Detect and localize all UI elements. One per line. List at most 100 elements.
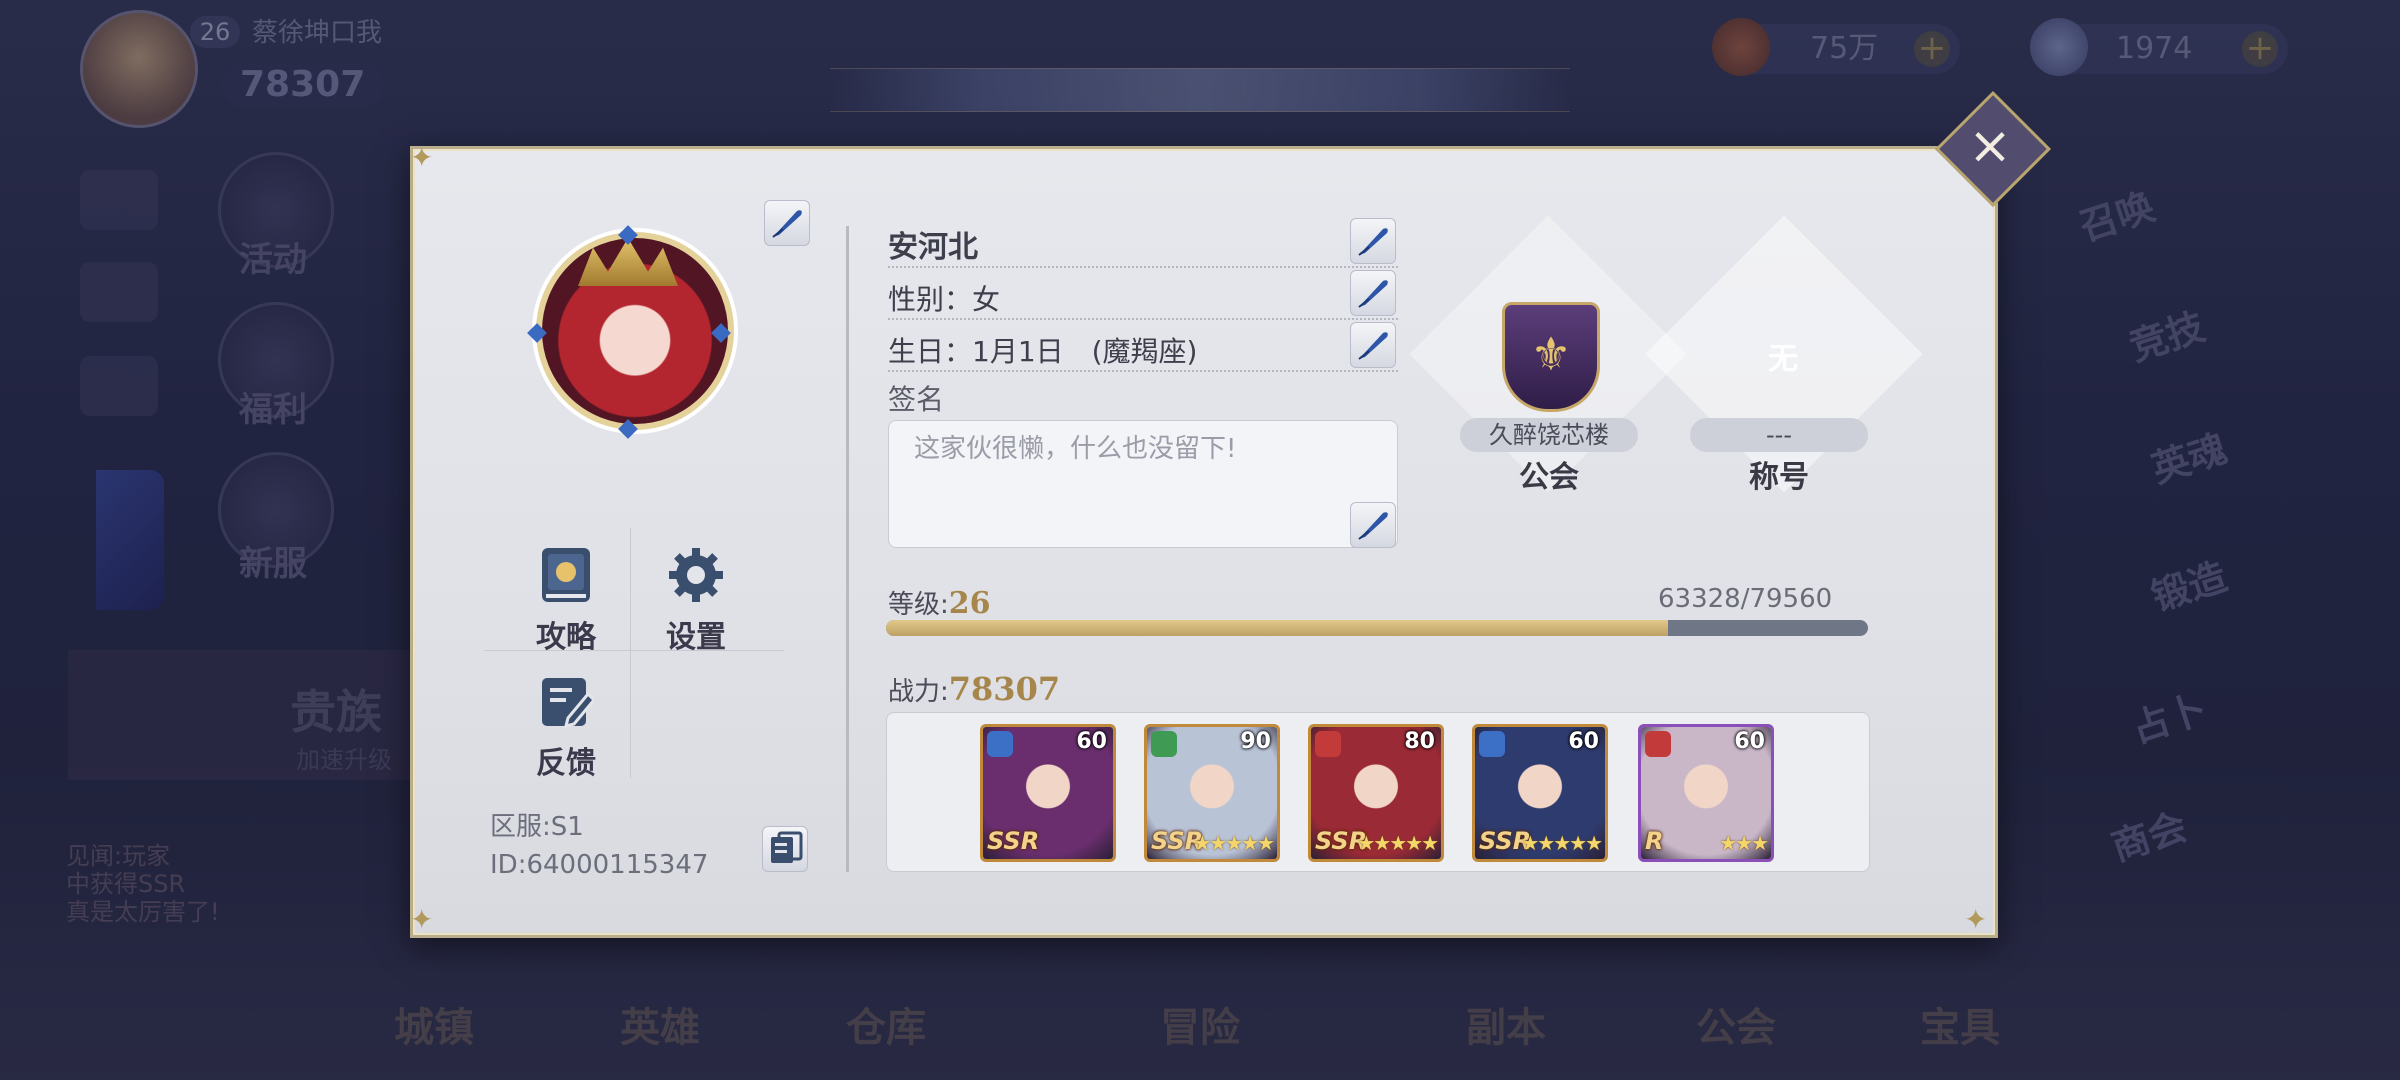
signature-placeholder: 这家伙很懒，什么也没留下!	[914, 434, 1237, 464]
soul-menu[interactable]: 英魂	[2143, 418, 2232, 494]
nav-dungeon[interactable]: 副本	[1466, 995, 1546, 1053]
player-level-badge: 26	[190, 16, 240, 48]
edit-name-button[interactable]	[1350, 218, 1396, 264]
nav-town[interactable]: 城镇	[394, 995, 474, 1053]
profile-birthday: 生日：1月1日 (魔羯座)	[888, 335, 1198, 368]
hero-card[interactable]: 80 SSR ★★★★★	[1308, 724, 1444, 862]
hero-card[interactable]: 90 SSR ★★★★★	[1144, 724, 1280, 862]
summon-menu[interactable]: 召唤	[2071, 176, 2160, 252]
element-icon	[1151, 731, 1177, 757]
nav-adventure[interactable]: 冒险	[1160, 995, 1240, 1053]
diamond-add-button[interactable]: +	[2242, 31, 2278, 67]
feedback-label: 反馈	[536, 746, 596, 781]
forge-menu[interactable]: 锻造	[2143, 546, 2232, 622]
nav-treasure[interactable]: 宝具	[1920, 995, 2000, 1053]
guide-button[interactable]: 攻略	[506, 546, 626, 656]
gold-icon	[1712, 18, 1770, 76]
diamond-counter: 1974 +	[2030, 18, 2288, 76]
welfare-label: 福利	[239, 390, 307, 430]
gold-counter: 75万 +	[1712, 18, 1960, 76]
title-none-mark: 无	[1768, 342, 1798, 377]
player-name: 蔡徐坤口我	[252, 18, 383, 48]
hero-card[interactable]: 60 SSR	[980, 724, 1116, 862]
guide-label: 攻略	[536, 620, 596, 655]
title-value: ---	[1690, 418, 1868, 452]
player-avatar[interactable]	[80, 10, 198, 128]
guild-shield-icon[interactable]: ⚜	[1502, 302, 1600, 412]
feedback-note-icon	[542, 678, 597, 729]
guild-shop-menu[interactable]: 商会	[2103, 796, 2192, 872]
server-info: 区服:S1 ID:64000115347	[490, 808, 708, 884]
vip-banner-subtitle: 加速升级	[296, 746, 392, 774]
mail-icon[interactable]	[80, 262, 158, 322]
level-row: 等级:26	[888, 584, 991, 621]
title-caption: 称号	[1749, 460, 1809, 495]
signature-label: 签名	[888, 383, 945, 416]
activity-label: 活动	[239, 240, 307, 280]
row-separator	[888, 370, 1398, 372]
side-event-icon[interactable]	[96, 470, 164, 610]
quill-icon	[772, 210, 802, 238]
row-separator	[888, 266, 1398, 268]
hero-level: 80	[1404, 729, 1435, 754]
diamond-amount: 1974	[2116, 31, 2193, 66]
element-icon	[1479, 731, 1505, 757]
panel-divider	[846, 226, 849, 872]
profile-gender: 性别：女	[888, 283, 1001, 316]
menu-divider	[630, 528, 631, 778]
feedback-button[interactable]: 反馈	[506, 674, 626, 782]
nav-heroes[interactable]: 英雄	[620, 995, 700, 1053]
hero-level: 60	[1568, 729, 1599, 754]
corner-ornament: ✦	[410, 141, 434, 174]
nav-guild[interactable]: 公会	[1696, 995, 1776, 1053]
hero-stars: ★★★★★	[1193, 831, 1275, 855]
new-server-label: 新服	[239, 544, 307, 584]
friends-icon[interactable]	[80, 170, 158, 230]
gold-amount: 75万	[1810, 31, 1879, 66]
player-id: ID:64000115347	[490, 850, 709, 880]
hero-stars: ★★★★★	[1357, 831, 1439, 855]
edit-birthday-button[interactable]	[1350, 322, 1396, 368]
edit-portrait-button[interactable]	[764, 200, 810, 246]
divination-menu[interactable]: 占卜	[2123, 678, 2212, 754]
settings-button[interactable]: 设置	[636, 546, 756, 656]
guide-book-icon	[542, 548, 590, 602]
exp-bar	[886, 620, 1868, 636]
nav-warehouse[interactable]: 仓库	[846, 995, 926, 1053]
edit-gender-button[interactable]	[1350, 270, 1396, 316]
hero-rarity: R	[1645, 827, 1664, 855]
element-icon	[1645, 731, 1671, 757]
gold-add-button[interactable]: +	[1914, 31, 1950, 67]
exp-bar-fill	[886, 620, 1668, 636]
hero-stars: ★★★	[1719, 831, 1769, 855]
power-row: 战力:78307	[888, 670, 1060, 708]
guild-caption: 公会	[1519, 460, 1579, 495]
trophy-icon[interactable]	[80, 356, 158, 416]
arena-menu[interactable]: 竞技	[2121, 296, 2210, 372]
power-label: 战力:	[888, 677, 949, 707]
hero-card[interactable]: 60 SSR ★★★★★	[1472, 724, 1608, 862]
power-value: 78307	[948, 670, 1061, 708]
hero-level: 60	[1076, 729, 1107, 754]
element-icon	[1315, 731, 1341, 757]
vip-banner-title: 贵族	[290, 685, 382, 739]
level-label: 等级:	[888, 590, 949, 620]
server-label: 区服:S1	[490, 812, 584, 842]
copy-id-button[interactable]	[762, 826, 808, 872]
gear-icon	[669, 548, 723, 602]
hero-level: 90	[1240, 729, 1271, 754]
quill-icon	[1358, 512, 1388, 540]
settings-label: 设置	[666, 620, 726, 655]
quill-icon	[1358, 228, 1388, 256]
exp-text: 63328/79560	[1658, 584, 1833, 614]
row-separator	[888, 318, 1398, 320]
guild-name: 久醉饶芯楼	[1460, 418, 1638, 452]
corner-ornament: ✦	[1964, 903, 1988, 936]
hero-card[interactable]: 60 R ★★★	[1638, 724, 1774, 862]
diamond-icon	[2030, 18, 2088, 76]
element-icon	[987, 731, 1013, 757]
quill-icon	[1358, 280, 1388, 308]
edit-signature-button[interactable]	[1350, 502, 1396, 548]
close-icon: ×	[1968, 116, 2012, 176]
player-power: 78307	[222, 62, 384, 107]
